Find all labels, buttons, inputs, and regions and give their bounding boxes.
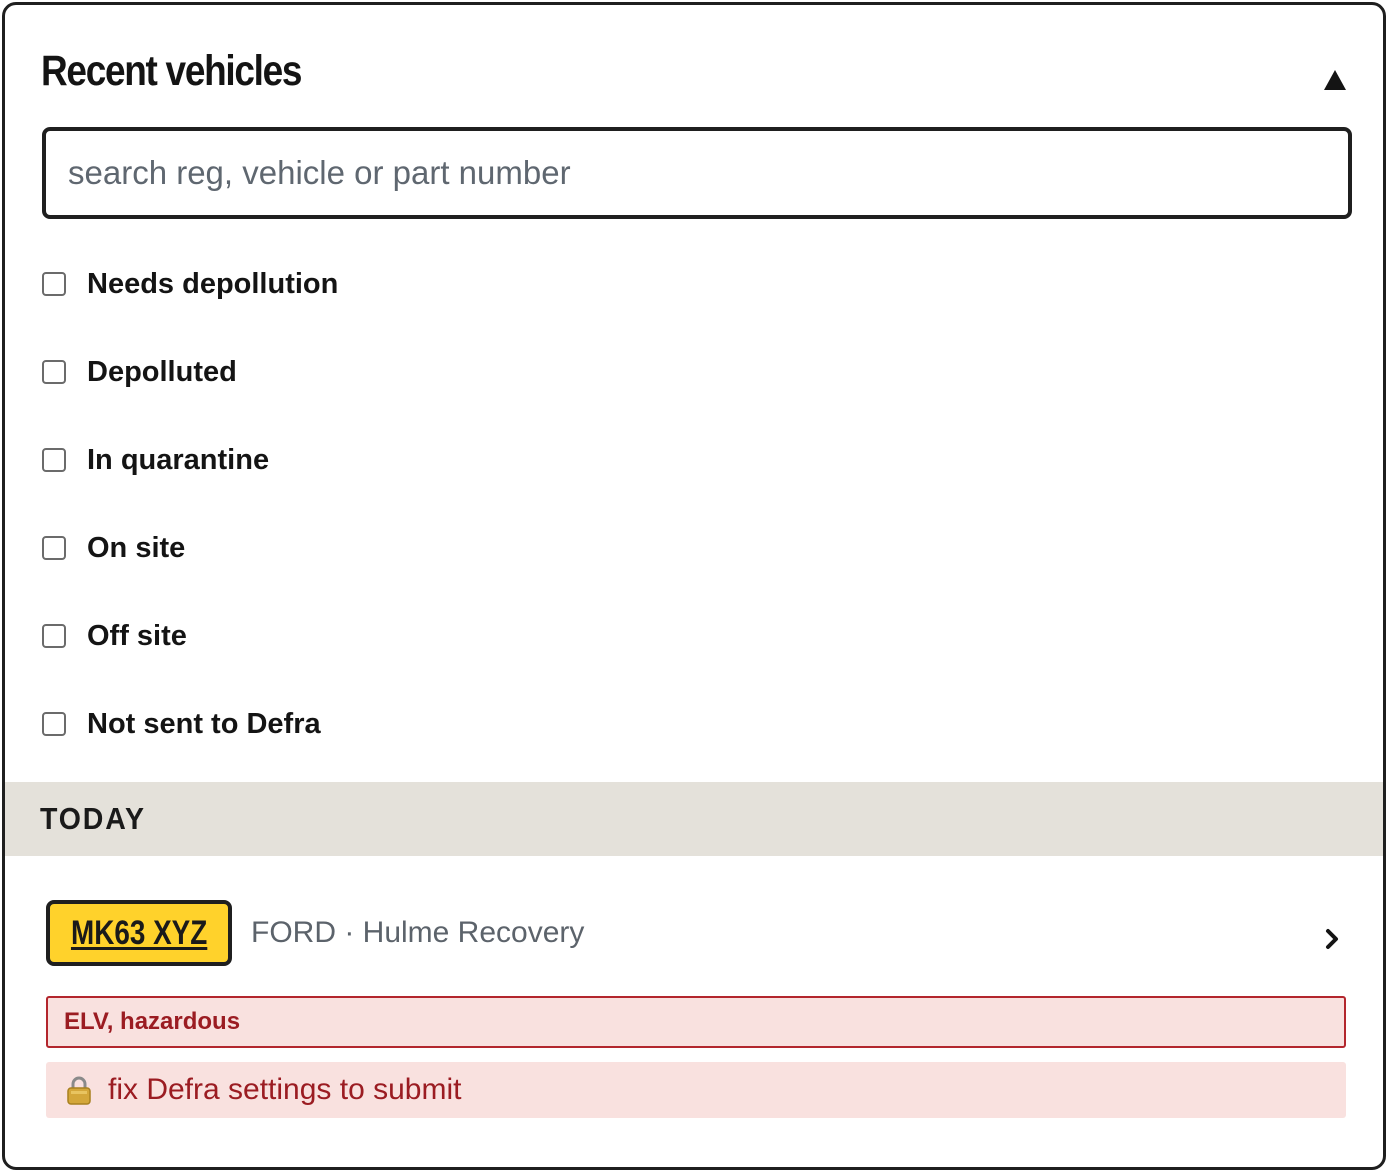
checkbox[interactable] <box>42 272 66 296</box>
checkbox[interactable] <box>42 536 66 560</box>
filter-on-site[interactable]: On site <box>42 519 338 577</box>
section-label: TODAY <box>40 801 146 836</box>
collapse-button[interactable] <box>1323 69 1347 91</box>
chevron-right-icon[interactable] <box>1325 928 1339 955</box>
filter-label: Depolluted <box>87 355 237 388</box>
defra-warning-text: fix Defra settings to submit <box>108 1073 462 1106</box>
search-input[interactable] <box>42 127 1352 219</box>
vehicle-row[interactable]: MK63 XYZ FORD · Hulme Recovery <box>46 900 1347 970</box>
recent-vehicles-panel: Recent vehicles Needs depollution Depoll… <box>2 2 1386 1170</box>
filter-label: On site <box>87 531 186 564</box>
filter-depolluted[interactable]: Depolluted <box>42 343 338 401</box>
filter-off-site[interactable]: Off site <box>42 607 338 665</box>
checkbox[interactable] <box>42 624 66 648</box>
filter-label: Not sent to Defra <box>87 707 321 740</box>
filter-list: Needs depollution Depolluted In quaranti… <box>42 255 338 783</box>
filter-not-sent-to-defra[interactable]: Not sent to Defra <box>42 695 338 753</box>
date-section-header: TODAY <box>5 782 1383 856</box>
vehicle-meta: FORD · Hulme Recovery <box>251 916 585 949</box>
checkbox[interactable] <box>42 712 66 736</box>
filter-label: Off site <box>87 619 187 652</box>
triangle-up-icon <box>1324 70 1346 90</box>
panel-header: Recent vehicles <box>41 43 1347 103</box>
panel-title: Recent vehicles <box>41 47 302 95</box>
checkbox[interactable] <box>42 360 66 384</box>
filter-label: Needs depollution <box>87 267 339 300</box>
registration-plate[interactable]: MK63 XYZ <box>46 900 232 966</box>
defra-warning[interactable]: fix Defra settings to submit <box>46 1062 1346 1118</box>
filter-needs-depollution[interactable]: Needs depollution <box>42 255 338 313</box>
hazard-label: ELV, hazardous <box>64 1008 241 1035</box>
filter-label: In quarantine <box>87 443 270 476</box>
lock-icon <box>66 1075 92 1105</box>
checkbox[interactable] <box>42 448 66 472</box>
filter-in-quarantine[interactable]: In quarantine <box>42 431 338 489</box>
hazard-badge: ELV, hazardous <box>46 996 1346 1048</box>
registration-text[interactable]: MK63 XYZ <box>71 914 207 953</box>
